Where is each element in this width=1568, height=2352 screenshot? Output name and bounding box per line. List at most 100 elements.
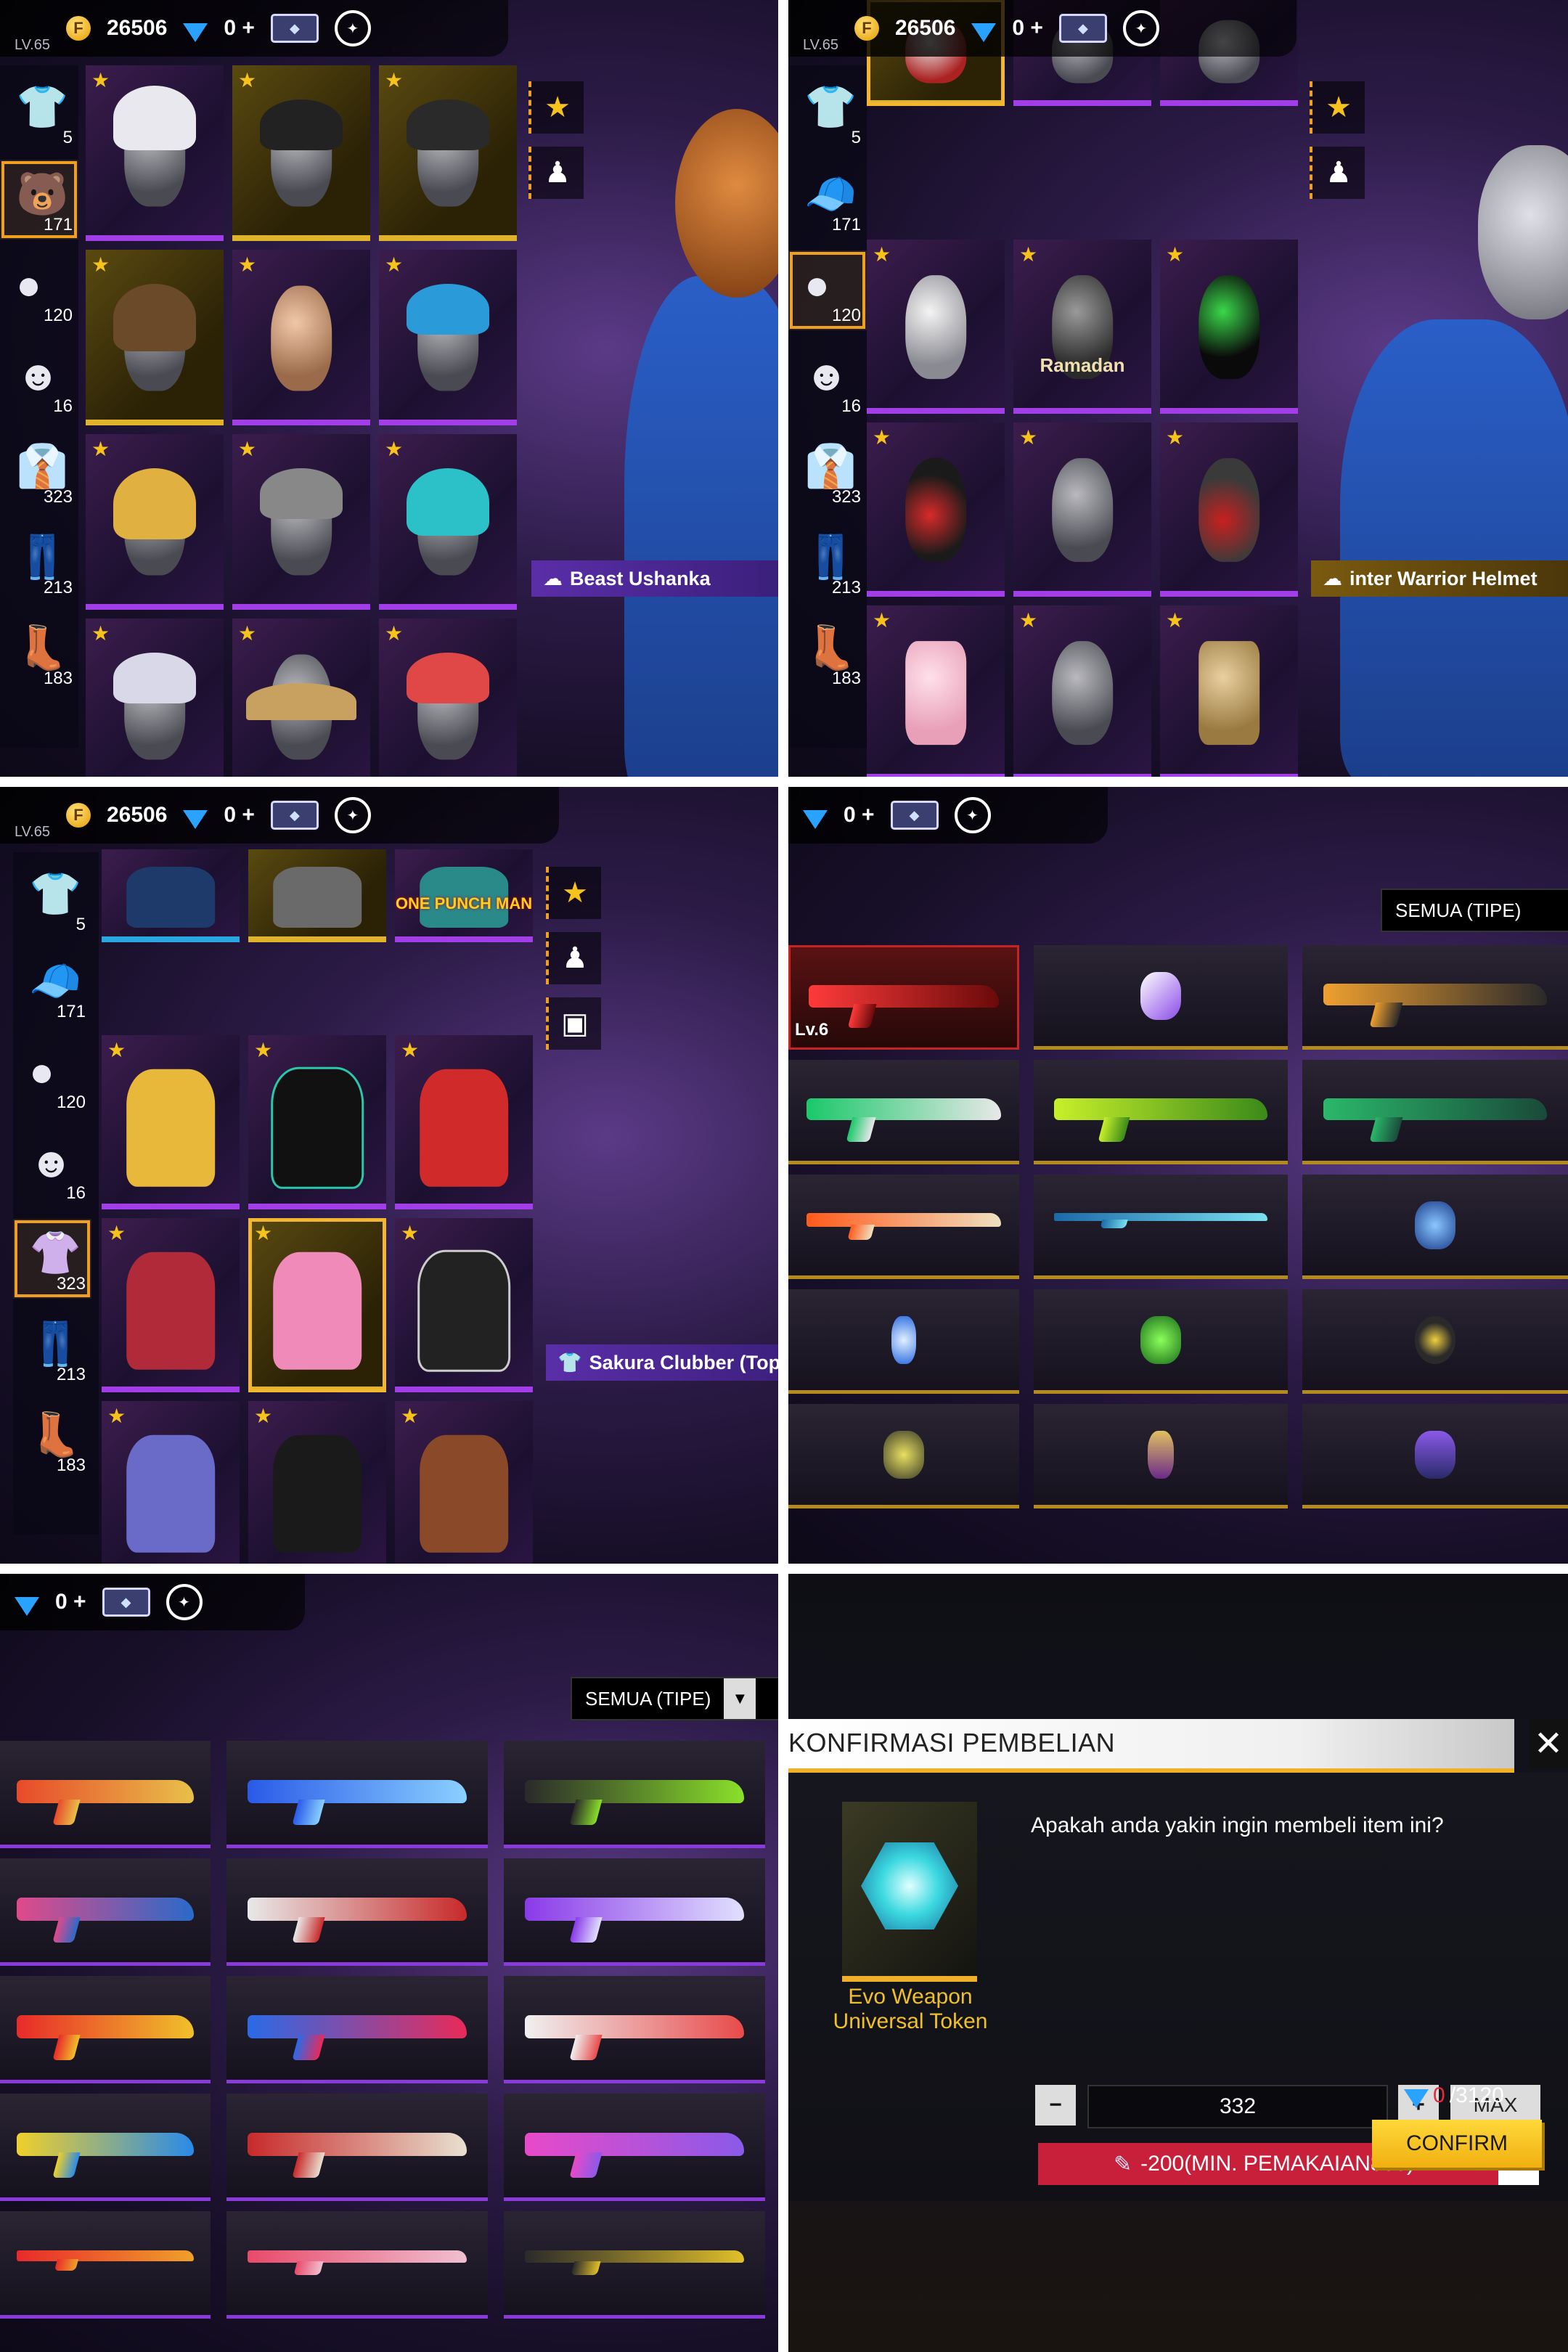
category-top[interactable]: 👔 323 [0, 432, 78, 512]
membership-card-icon[interactable]: ◆ [102, 1588, 150, 1617]
item-tile[interactable]: ★ [379, 618, 517, 777]
wardrobe-button[interactable]: ♟ [528, 147, 584, 199]
category-bottom[interactable]: 👖 213 [0, 523, 78, 603]
item-tile[interactable]: ★ [232, 250, 370, 425]
item-tile[interactable]: ★ [232, 65, 370, 241]
weapon-tile[interactable] [226, 1858, 488, 1966]
item-tile[interactable]: ★ [379, 65, 517, 241]
weapon-tile[interactable] [504, 1741, 765, 1848]
category-outfit[interactable]: 👕 5 [13, 859, 91, 939]
membership-card-icon[interactable]: ◆ [890, 801, 939, 830]
weapon-tile[interactable] [0, 2094, 211, 2201]
weapon-tile[interactable] [1302, 1404, 1568, 1508]
category-mask[interactable]: ● 120 [788, 250, 867, 330]
weapon-tile[interactable] [226, 2211, 488, 2319]
item-tile[interactable]: ★ [86, 618, 224, 777]
category-face[interactable]: ☻ 16 [788, 341, 867, 421]
category-headwear[interactable]: 🧢 171 [788, 160, 867, 240]
category-shoes[interactable]: 👢 183 [13, 1400, 91, 1480]
settings-wheel-icon[interactable]: ✦ [954, 797, 991, 833]
category-face[interactable]: ☻ 16 [13, 1128, 91, 1208]
weapon-tile[interactable] [0, 2211, 211, 2319]
weapon-tile[interactable] [1034, 1289, 1288, 1394]
weapon-tile[interactable] [788, 1175, 1019, 1279]
weapon-tile[interactable] [788, 1404, 1019, 1508]
weapon-tile[interactable] [1302, 1060, 1568, 1164]
weapon-tile[interactable] [1034, 1060, 1288, 1164]
item-tile[interactable]: ★ [248, 1218, 386, 1392]
item-tile[interactable]: ★ [86, 250, 224, 425]
wardrobe-button[interactable]: ♟ [546, 932, 601, 984]
weapon-tile[interactable] [1034, 945, 1288, 1050]
category-headwear[interactable]: 🐻 171 [0, 160, 78, 240]
favorites-button[interactable]: ★ [528, 81, 584, 134]
quantity-field[interactable]: 332 [1087, 2085, 1388, 2128]
item-tile[interactable]: ★ [1160, 422, 1298, 597]
item-tile[interactable]: ★ [86, 434, 224, 610]
weapon-tile[interactable] [504, 1976, 765, 2083]
type-filter-dropdown[interactable]: SEMUA (TIPE) [1381, 889, 1568, 932]
category-mask[interactable]: ● 120 [13, 1037, 91, 1117]
weapon-tile[interactable] [0, 1976, 211, 2083]
weapon-tile[interactable] [0, 1858, 211, 1966]
decrease-quantity-button[interactable]: − [1035, 2085, 1076, 2126]
item-tile[interactable]: ★ [102, 1035, 240, 1209]
diamond-count[interactable]: 0 + [224, 16, 255, 41]
settings-wheel-icon[interactable]: ✦ [166, 1584, 203, 1620]
item-tile[interactable]: ★ [379, 250, 517, 425]
item-tile[interactable]: ★ [395, 1035, 533, 1209]
item-tile[interactable]: ★ [867, 422, 1005, 597]
category-mask[interactable]: ● 120 [0, 250, 78, 330]
gallery-button[interactable]: ▣ [546, 997, 601, 1050]
weapon-tile[interactable] [504, 2094, 765, 2201]
diamond-count[interactable]: 0 + [55, 1590, 86, 1614]
weapon-tile[interactable] [1302, 1289, 1568, 1394]
diamond-count[interactable]: 0 + [1012, 16, 1043, 41]
item-tile[interactable]: ★ [86, 65, 224, 241]
category-shoes[interactable]: 👢 183 [788, 613, 867, 693]
diamond-count[interactable]: 0 + [224, 803, 255, 828]
weapon-tile[interactable]: Lv.6 [788, 945, 1019, 1050]
weapon-tile[interactable] [1034, 1175, 1288, 1279]
favorites-button[interactable]: ★ [546, 867, 601, 919]
weapon-tile[interactable] [226, 1976, 488, 2083]
item-tile[interactable]: ★ [1013, 422, 1151, 597]
item-tile[interactable]: ★ [232, 618, 370, 777]
diamond-count[interactable]: 0 + [844, 803, 875, 828]
item-image-frame[interactable] [842, 1802, 977, 1982]
item-tile[interactable] [248, 849, 386, 942]
weapon-tile[interactable] [788, 1289, 1019, 1394]
weapon-tile[interactable] [1302, 945, 1568, 1050]
item-tile[interactable]: ★ [232, 434, 370, 610]
category-outfit[interactable]: 👕 5 [788, 73, 867, 152]
favorites-button[interactable]: ★ [1310, 81, 1365, 134]
confirm-button[interactable]: CONFIRM [1372, 2120, 1542, 2168]
category-outfit[interactable]: 👕 5 [0, 73, 78, 152]
category-bottom[interactable]: 👖 213 [13, 1310, 91, 1389]
weapon-tile[interactable] [504, 2211, 765, 2319]
category-top[interactable]: 👚 323 [13, 1219, 91, 1299]
item-tile[interactable]: ★ [102, 1401, 240, 1564]
weapon-tile[interactable] [788, 1060, 1019, 1164]
item-tile[interactable]: ★ [379, 434, 517, 610]
settings-wheel-icon[interactable]: ✦ [1122, 10, 1159, 46]
wardrobe-button[interactable]: ♟ [1310, 147, 1365, 199]
settings-wheel-icon[interactable]: ✦ [334, 10, 371, 46]
weapon-tile[interactable] [1302, 1175, 1568, 1279]
item-tile[interactable]: ★ [1160, 240, 1298, 414]
item-tile[interactable]: ★ Ramadan [1013, 240, 1151, 414]
category-headwear[interactable]: 🧢 171 [13, 947, 91, 1026]
category-face[interactable]: ☻ 16 [0, 341, 78, 421]
item-tile[interactable] [102, 849, 240, 942]
item-tile[interactable]: ★ [395, 1218, 533, 1392]
item-tile[interactable]: ★ [395, 1401, 533, 1564]
item-tile[interactable]: ★ [248, 1035, 386, 1209]
category-top[interactable]: 👔 323 [788, 432, 867, 512]
settings-wheel-icon[interactable]: ✦ [334, 797, 371, 833]
membership-card-icon[interactable]: ◆ [1058, 14, 1107, 43]
item-tile[interactable]: ★ [1160, 605, 1298, 777]
weapon-tile[interactable] [0, 1741, 211, 1848]
item-tile[interactable]: ★ [248, 1401, 386, 1564]
weapon-tile[interactable] [226, 2094, 488, 2201]
category-bottom[interactable]: 👖 213 [788, 523, 867, 603]
